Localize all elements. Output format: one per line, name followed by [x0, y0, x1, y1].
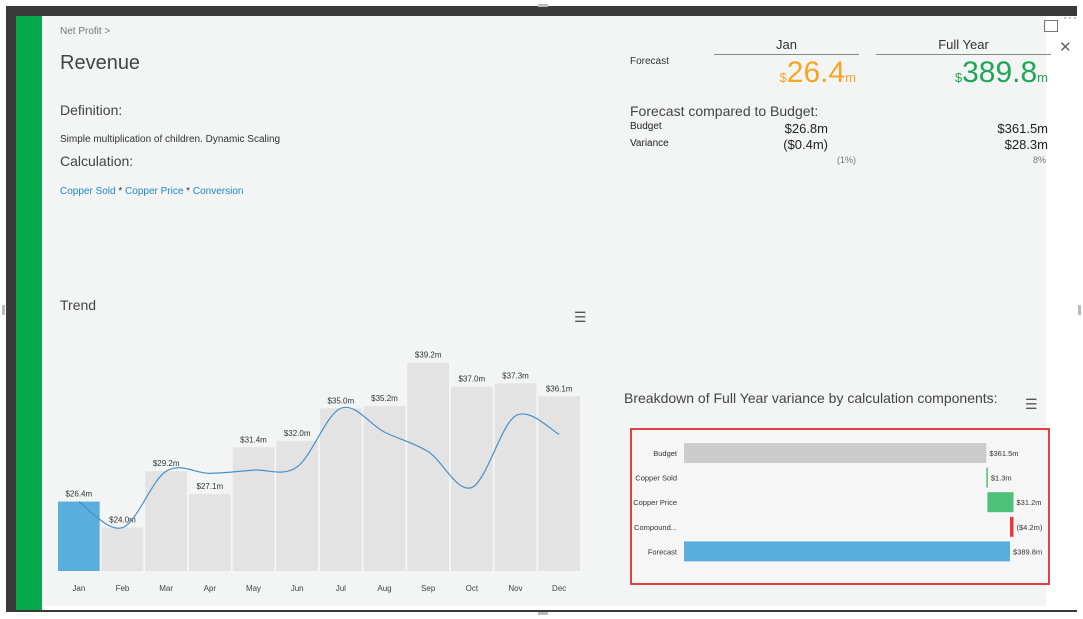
breakdown-chart-container: Budget $361.5m Copper Sold $1.3m Copper Pric… — [630, 428, 1050, 585]
breakdown-category-label: Copper Sold — [635, 474, 677, 483]
close-icon[interactable]: ✕ — [1059, 38, 1072, 56]
trend-x-tick: Sep — [421, 584, 436, 593]
trend-x-tick: Apr — [204, 584, 217, 593]
unit-suffix: m — [845, 70, 856, 85]
page-title: Revenue — [60, 52, 141, 74]
calc-link-conversion[interactable]: Conversion — [193, 186, 244, 197]
trend-bar[interactable] — [189, 493, 231, 571]
forecast-jan-value: $26.4m — [716, 56, 856, 90]
breakdown-bar[interactable] — [684, 443, 987, 463]
calc-operator: * — [183, 186, 193, 197]
breakdown-value-label: $389.8m — [1013, 547, 1042, 556]
breakdown-bar[interactable] — [986, 467, 988, 488]
trend-x-tick: Feb — [116, 584, 130, 593]
breakdown-category-label: Forecast — [648, 547, 678, 556]
trend-menu-icon[interactable]: ☰ — [574, 309, 587, 326]
column-header-jan: Jan — [714, 37, 859, 55]
trend-bar[interactable] — [494, 383, 537, 571]
trend-x-tick: Jul — [336, 584, 346, 593]
accent-bar — [16, 16, 42, 610]
forecast-full-year-value: $389.8m — [876, 56, 1048, 90]
trend-x-tick: Mar — [159, 584, 173, 593]
focus-panel: Net Profit > Revenue Definition: Simple … — [16, 16, 1078, 610]
resize-handle-right[interactable] — [1078, 305, 1081, 315]
forecast-jan-number: 26.4 — [786, 56, 846, 89]
trend-bar-label: $32.0m — [284, 429, 311, 438]
variance-pct-jan: (1%) — [836, 155, 856, 165]
budget-label: Budget — [630, 121, 662, 132]
trend-bar[interactable] — [101, 527, 144, 571]
calc-link-copper-price[interactable]: Copper Price — [125, 186, 183, 197]
trend-bar[interactable] — [232, 447, 275, 571]
variance-jan: ($0.4m) — [783, 137, 828, 152]
trend-chart: $26.4mJan$24.0mFeb$29.2mMar$27.1mApr$31.… — [58, 351, 580, 593]
trend-bar-label: $27.1m — [196, 482, 223, 491]
currency-symbol: $ — [779, 70, 787, 85]
variance-pct-full-year: 8% — [1032, 155, 1046, 165]
trend-x-tick: Aug — [377, 584, 391, 593]
column-header-full-year: Full Year — [876, 37, 1051, 55]
visual-frame: Net Profit > Revenue Definition: Simple … — [6, 6, 1078, 612]
trend-bar-label: $35.2m — [371, 394, 398, 403]
more-options-icon[interactable]: ··· — [1063, 10, 1078, 24]
calc-link-copper-sold[interactable]: Copper Sold — [60, 186, 116, 197]
breakdown-bar[interactable] — [684, 541, 1010, 562]
trend-bar-label: $29.2m — [153, 459, 180, 468]
trend-bar-label: $26.4m — [65, 490, 92, 499]
trend-bar-label: $36.1m — [546, 384, 573, 393]
calculation-formula: Copper Sold * Copper Price * Conversion — [60, 186, 243, 197]
breadcrumb[interactable]: Net Profit > — [60, 26, 110, 37]
trend-x-tick: Oct — [466, 584, 479, 593]
trend-x-tick: Nov — [508, 584, 522, 593]
trend-bar[interactable] — [538, 396, 580, 571]
definition-label: Definition: — [60, 102, 123, 118]
breakdown-value-label: $1.3m — [991, 474, 1012, 483]
resize-handle-bottom[interactable] — [538, 612, 548, 615]
expand-icon[interactable] — [1044, 20, 1058, 32]
trend-x-tick: Jan — [72, 584, 85, 593]
trend-bar-label: $37.0m — [458, 375, 485, 384]
breakdown-category-label: Compound... — [634, 523, 677, 532]
breakdown-bar[interactable] — [1010, 516, 1014, 537]
budget-full-year: $361.5m — [997, 121, 1048, 136]
breakdown-category-label: Copper Price — [633, 498, 677, 507]
trend-bar-label: $39.2m — [415, 351, 442, 360]
variance-full-year: $28.3m — [1004, 137, 1048, 152]
calc-operator: * — [115, 186, 126, 197]
trend-bar[interactable] — [363, 406, 406, 571]
forecast-full-year-number: 389.8 — [962, 56, 1038, 89]
unit-suffix: m — [1037, 70, 1048, 85]
trend-title: Trend — [60, 297, 97, 313]
breakdown-value-label: $361.5m — [989, 449, 1018, 458]
trend-bar[interactable] — [145, 471, 187, 571]
trend-bar[interactable] — [451, 386, 493, 571]
breakdown-title: Breakdown of Full Year variance by calcu… — [624, 390, 998, 406]
budget-jan: $26.8m — [784, 121, 828, 136]
trend-x-tick: Dec — [552, 584, 566, 593]
trend-x-tick: May — [246, 584, 261, 593]
trend-bar[interactable] — [58, 501, 100, 571]
breakdown-value-label: $31.2m — [1017, 498, 1042, 507]
resize-handle-top[interactable] — [538, 4, 548, 7]
calculation-label: Calculation: — [60, 153, 134, 169]
currency-symbol: $ — [954, 70, 963, 85]
trend-bar[interactable] — [320, 408, 362, 571]
breakdown-category-label: Budget — [653, 449, 678, 458]
resize-handle-left[interactable] — [2, 305, 5, 315]
variance-label: Variance — [630, 138, 669, 149]
definition-text: Simple multiplication of children. Dynam… — [60, 134, 281, 145]
trend-bar-label: $37.3m — [502, 371, 529, 380]
breakdown-chart: Budget $361.5m Copper Sold $1.3m Copper Pric… — [633, 443, 1043, 562]
forecast-label: Forecast — [630, 56, 669, 67]
compared-title: Forecast compared to Budget: — [630, 103, 819, 119]
breakdown-bar[interactable] — [987, 492, 1014, 513]
breakdown-value-label: ($4.2m) — [1017, 523, 1043, 532]
trend-bar-label: $35.0m — [327, 396, 354, 405]
breakdown-menu-icon[interactable]: ☰ — [1025, 396, 1038, 413]
trend-x-tick: Jun — [291, 584, 304, 593]
trend-bar-label: $31.4m — [240, 435, 267, 444]
trend-bar[interactable] — [276, 440, 318, 571]
